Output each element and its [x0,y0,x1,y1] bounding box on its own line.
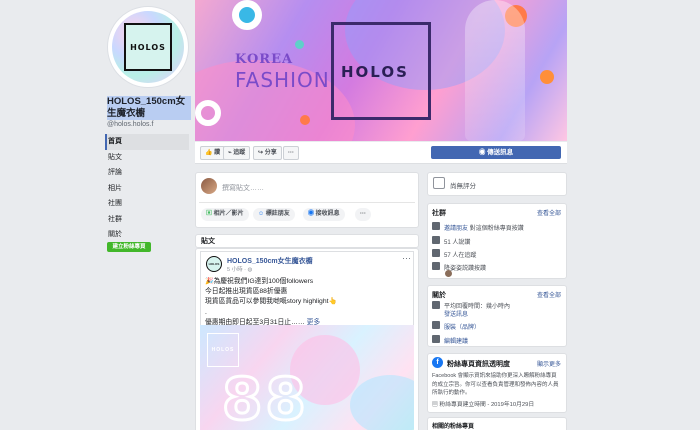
composer-input[interactable]: 撰寫貼文…… [222,183,264,193]
transparency-description: Facebook 會顯示資訊來協助你更深入瞭解粉絲專頁的成立宗旨。你可以查看負責… [432,373,559,396]
community-see-all-link[interactable]: 查看全部 [537,208,561,217]
followers-icon [432,249,440,257]
transparency-show-more-link[interactable]: 顯示更多 [537,359,561,368]
nav-item-reviews[interactable]: 評論 [105,165,189,181]
invite-friends-row: 邀請朋友 對這個粉絲專頁按讚 [444,223,524,232]
suggest-edits-link[interactable]: 編輯建議 [444,336,468,345]
nav-item-photos[interactable]: 相片 [105,181,189,197]
rating-text: 尚無評分 [450,183,476,190]
nav-item-groups[interactable]: 社團 [105,196,189,212]
transparency-title: 粉絲專頁資訊透明度 [447,361,510,368]
page-handle[interactable]: @holos.holos.f [107,121,153,128]
post-line: . [205,308,207,316]
messenger-icon [432,301,440,309]
cover-dot-decoration [195,100,221,126]
community-title: 社群 [432,210,446,217]
post-line: 🎉為慶祝我們IG達到100個followers [205,278,314,285]
pencil-icon [432,335,440,343]
post-image-logo: HOLOS [207,333,239,367]
messenger-icon: ◉ [308,211,316,217]
composer-more-button[interactable]: ··· [355,208,371,221]
rating-icon [433,177,445,189]
cover-photo[interactable]: KOREA FASHION HOLOS [195,0,567,141]
invite-friends-text: 對這個粉絲專頁按讚 [469,226,524,232]
followers-count: 57 人在追蹤 [444,253,477,259]
cover-dot-decoration [295,40,304,49]
facebook-icon: f [432,357,443,368]
related-pages-title: 相關的粉絲專頁 [432,424,475,430]
post-author-avatar[interactable]: HOLOS [206,256,222,272]
invite-icon [432,222,440,230]
page-created-date: ▤ 粉絲專頁建立時間 - 2019年10月29日 [432,399,534,408]
avatar[interactable] [445,270,452,277]
cover-dot-decoration [300,115,310,125]
receive-message-label: 接收訊息 [315,211,340,217]
likes-count: 51 人說讚 [444,240,471,246]
profile-logo: HOLOS [124,23,172,71]
page-title[interactable]: HOLOS_150cm女生魔衣櫥 [107,96,191,120]
follow-button[interactable]: ⌁ 追蹤 [223,146,251,160]
post-options-button[interactable]: ··· [402,253,411,263]
nav-item-community[interactable]: 社群 [105,212,189,228]
cover-logo-text: HOLOS [341,63,409,81]
cover-korea-text: KOREA [235,52,294,67]
invite-friends-link[interactable]: 邀請朋友 [444,226,468,232]
receive-message-button[interactable]: ◉ 接收訊息 [303,208,345,221]
tag-friends-label: 標註朋友 [265,211,290,217]
nav-item-posts[interactable]: 貼文 [105,150,189,166]
photo-video-button[interactable]: ▣ 相片／影片 [201,208,249,221]
post-line: 現貨區貨品可以參閱我哋嘅story highlight👆 [205,298,337,306]
cover-mannequin [465,0,525,141]
share-icon: ↪ [258,150,265,156]
share-label: 分享 [264,150,277,156]
create-page-button[interactable]: 建立粉絲專頁 [107,242,151,252]
category-link[interactable]: 服裝（品牌） [444,322,480,331]
share-button[interactable]: ↪ 分享 [253,146,282,160]
post-timestamp[interactable]: 5 小時 · ◍ [227,265,252,273]
about-send-message-link[interactable]: 發送訊息 [444,309,468,318]
more-actions-button[interactable]: ··· [283,146,299,160]
cover-fashion-text: FASHION [235,68,330,92]
about-title: 關於 [432,292,446,299]
post-time-text: 5 小時 · [227,267,248,273]
post-body: 🎉為慶祝我們IG達到100個followers 今日起推出現貨區88折優惠 現貨… [205,277,410,328]
page-nav: 首頁 貼文 評論 相片 社團 社群 關於 [105,134,189,243]
like-label: 讚 [214,150,221,156]
tag-friends-button[interactable]: ☺ 標註朋友 [253,208,295,221]
photo-video-label: 相片／影片 [213,211,244,217]
send-message-button[interactable]: ◉ 傳送訊息 [431,146,561,159]
send-message-label: 傳送訊息 [487,149,514,156]
thumbs-up-icon [432,236,440,244]
divider [199,202,415,203]
friends-icon [432,262,440,270]
about-see-all-link[interactable]: 查看全部 [537,290,561,299]
rating-card [427,172,567,196]
cover-dot-decoration [540,70,554,84]
globe-icon: ◍ [247,267,253,273]
messenger-icon: ◉ [478,149,488,156]
nav-item-home[interactable]: 首頁 [105,134,189,150]
post-line: 今日起推出現貨區88折優惠 [205,288,288,296]
avatar[interactable] [201,178,217,194]
cover-ring-decoration [232,0,262,30]
tag-icon: ☺ [258,211,266,217]
post-image-88-text: 88 [221,364,309,430]
like-button[interactable]: 👍 讚 [200,146,226,160]
follow-label: 追蹤 [233,150,246,156]
thumbs-up-icon: 👍 [205,150,215,156]
nav-item-about[interactable]: 關於 [105,227,189,243]
posts-section-title: 貼文 [195,234,419,248]
image-decoration [350,375,414,430]
photo-icon: ▣ [206,211,214,217]
tag-icon [432,321,440,329]
page-created-text: 粉絲專頁建立時間 - 2019年10月29日 [439,402,535,408]
